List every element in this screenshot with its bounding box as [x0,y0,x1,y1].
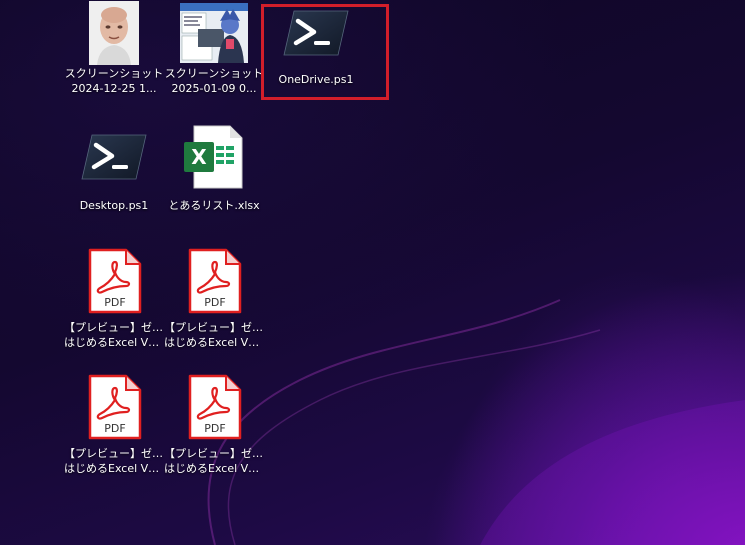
pdf-badge-text: PDF [104,422,125,435]
powershell-icon [64,124,164,190]
screenshot-thumbnail-icon [164,0,264,66]
icon-label: Desktop.ps1 [79,199,149,212]
icon-label-line1: 【プレビュー】ゼロから [164,321,264,334]
desktop-icon-excel-list[interactable]: X とあるリスト.xlsx [164,124,264,213]
pdf-icon: PDF [64,374,164,440]
desktop-icon-pdf-4[interactable]: PDF 【プレビュー】ゼロから はじめるExcel VB... [164,374,264,476]
icon-label-line2: 2025-01-09 0... [171,82,257,95]
icon-label-line2: はじめるExcel VB... [164,462,264,475]
desktop-icon-pdf-1[interactable]: PDF 【プレビュー】ゼロから はじめるExcel VB... [64,248,164,350]
desktop-icon-screenshot-1[interactable]: スクリーンショット 2024-12-25 1... [64,0,164,96]
pdf-badge-text: PDF [204,422,225,435]
powershell-icon [266,0,366,66]
icon-label-line2: はじめるExcel VB... [64,462,164,475]
icon-label-line2: はじめるExcel VB... [64,336,164,349]
pdf-icon: PDF [64,248,164,314]
desktop-icon-pdf-3[interactable]: PDF 【プレビュー】ゼロから はじめるExcel VB... [64,374,164,476]
icon-label-line1: 【プレビュー】ゼロから [64,321,164,334]
icon-label-line2: はじめるExcel VB... [164,336,264,349]
photo-thumbnail-icon [64,0,164,66]
excel-icon: X [164,124,264,190]
pdf-badge-text: PDF [204,296,225,309]
excel-letter: X [191,145,207,169]
icon-label-line1: スクリーンショット [64,67,164,80]
desktop-icon-screenshot-2[interactable]: スクリーンショット 2025-01-09 0... [164,0,264,96]
pdf-badge-text: PDF [104,296,125,309]
icon-label-line1: 【プレビュー】ゼロから [164,447,264,460]
pdf-icon: PDF [164,248,264,314]
desktop-icon-onedrive-ps1[interactable]: OneDrive.ps1 [266,0,366,87]
desktop-icon-desktop-ps1[interactable]: Desktop.ps1 [64,124,164,213]
pdf-icon: PDF [164,374,264,440]
icon-label: とあるリスト.xlsx [168,199,260,212]
icon-label-line1: スクリーンショット [164,67,264,80]
desktop[interactable]: スクリーンショット 2024-12-25 1... スクリーンショット 2025… [0,0,745,545]
icon-label-line1: 【プレビュー】ゼロから [64,447,164,460]
icon-label-line2: 2024-12-25 1... [71,82,157,95]
icon-label: OneDrive.ps1 [278,73,354,86]
desktop-icon-pdf-2[interactable]: PDF 【プレビュー】ゼロから はじめるExcel VB... [164,248,264,350]
